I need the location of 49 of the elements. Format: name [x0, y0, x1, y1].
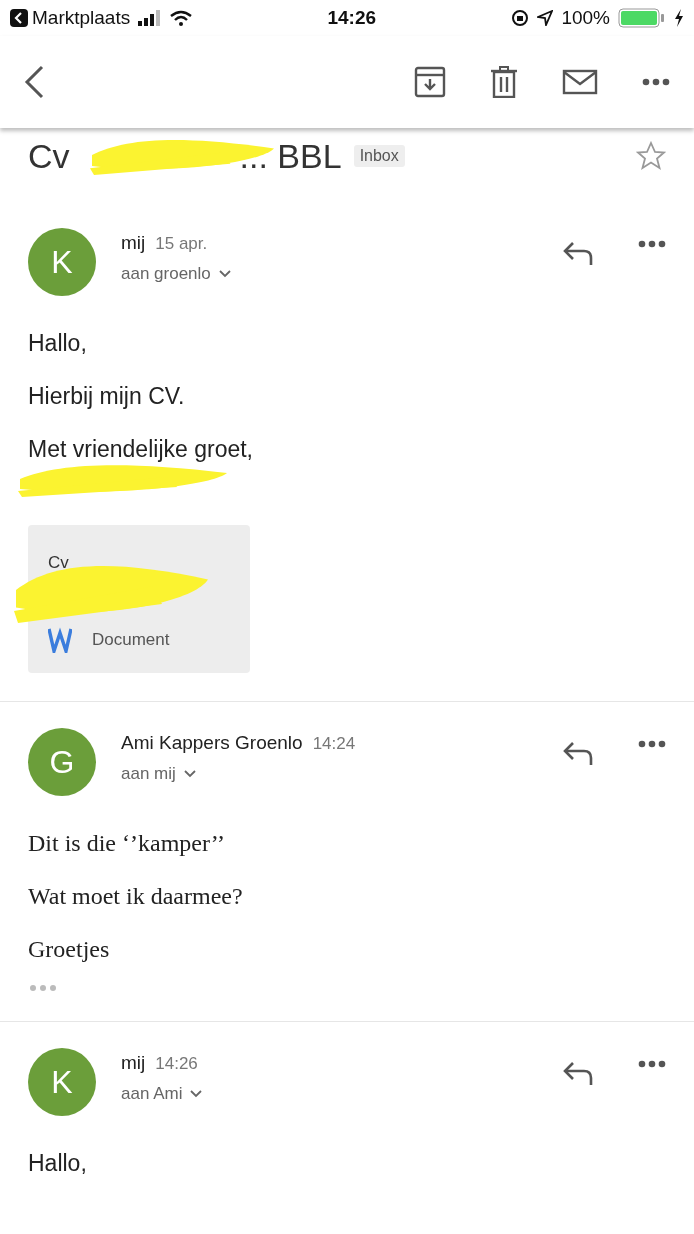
sender-name: mij — [121, 232, 146, 254]
recipient-link[interactable]: aan Ami — [121, 1084, 183, 1104]
charging-icon — [674, 9, 684, 27]
back-app-link[interactable]: Marktplaats — [32, 7, 131, 29]
body-text: Groetjes — [28, 936, 111, 963]
star-icon[interactable] — [636, 141, 666, 171]
recipient-link[interactable]: aan mij — [121, 764, 176, 784]
avatar: K — [28, 1048, 96, 1116]
more-icon[interactable] — [638, 240, 666, 248]
signal-icon — [138, 10, 163, 26]
avatar: G — [28, 728, 96, 796]
message-date: 14:26 — [155, 1054, 198, 1074]
chevron-down-icon[interactable] — [190, 1090, 203, 1098]
subject-text: ... BBL — [239, 136, 342, 175]
rotation-lock-icon — [511, 9, 530, 27]
trash-icon[interactable] — [490, 66, 518, 98]
battery-icon — [618, 8, 666, 28]
archive-icon[interactable] — [414, 66, 446, 98]
attachment-name: Cv — [48, 553, 69, 573]
sender-name: Ami Kappers Groenlo — [121, 732, 303, 754]
recipient-link[interactable]: aan groenlo — [121, 264, 211, 284]
attachment-type: Document — [92, 630, 170, 650]
reply-icon[interactable] — [562, 240, 594, 266]
more-icon[interactable] — [642, 78, 670, 86]
reply-icon[interactable] — [562, 740, 594, 766]
body-text: Hallo, — [28, 330, 88, 357]
body-text: Met vriendelijke groet, — [28, 436, 254, 463]
message-date: 14:24 — [312, 734, 356, 754]
body-text: Dit is die ‘’kamper’’ — [28, 830, 227, 857]
body-text: Wat moet ik daarmee? — [28, 883, 244, 910]
wifi-icon — [170, 10, 193, 26]
status-time: 14:26 — [327, 7, 377, 29]
battery-percent: 100% — [561, 7, 610, 29]
subject-text: Cv — [28, 136, 70, 175]
body-text: Hierbij mijn CV. — [28, 383, 186, 410]
inbox-label: Inbox — [353, 145, 405, 167]
chevron-down-icon[interactable] — [183, 770, 196, 778]
mail-icon[interactable] — [562, 69, 598, 95]
word-document-icon — [48, 627, 72, 653]
back-icon[interactable] — [24, 65, 44, 99]
sender-name: mij — [121, 1052, 146, 1074]
message-date: 15 apr. — [155, 234, 208, 254]
avatar: K — [28, 228, 96, 296]
more-icon[interactable] — [638, 1060, 666, 1068]
location-icon — [537, 10, 554, 26]
chevron-down-icon[interactable] — [218, 270, 231, 278]
more-icon[interactable] — [638, 740, 666, 748]
body-text: Hallo, — [28, 1150, 88, 1177]
reply-icon[interactable] — [562, 1060, 594, 1086]
